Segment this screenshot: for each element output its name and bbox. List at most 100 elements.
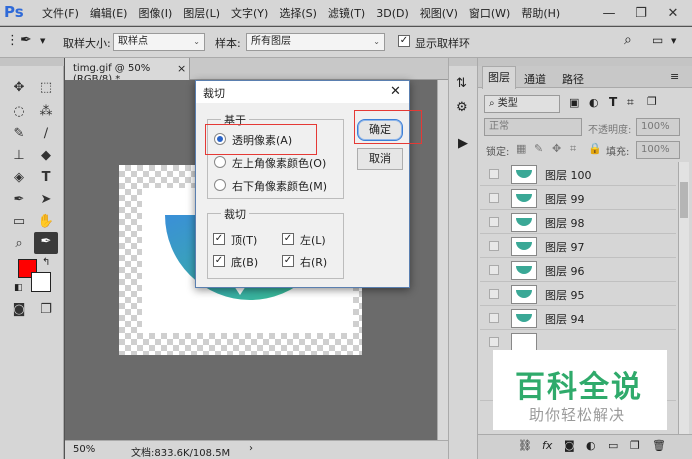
tab-layers[interactable]: 图层 [482, 66, 516, 89]
menu-file[interactable]: 文件(F) [42, 5, 79, 21]
eyedropper-tool-icon[interactable]: ✒ [20, 32, 32, 48]
chevron-down-icon[interactable]: ▼ [671, 37, 676, 45]
layer-row[interactable]: 图层 98 [480, 211, 676, 234]
show-ring-checkbox[interactable]: ✓ [398, 35, 410, 47]
close-tab-icon[interactable]: × [177, 62, 186, 75]
new-group-icon[interactable]: ▭ [608, 439, 618, 452]
swap-colors-icon[interactable]: ↰ [42, 257, 50, 268]
layer-row[interactable]: 图层 99 [480, 187, 676, 210]
fill-input[interactable]: 100% [636, 141, 680, 159]
path-select-icon[interactable]: ➤ [36, 190, 56, 210]
menu-type[interactable]: 文字(Y) [231, 5, 268, 21]
checkbox-bottom-label[interactable]: 底(B) [231, 254, 258, 270]
play-icon[interactable]: ▶ [458, 136, 468, 151]
menu-layer[interactable]: 图层(L) [183, 5, 220, 21]
rectangle-tool-icon[interactable]: ▭ [9, 212, 29, 232]
layer-filter-select[interactable]: ⌕ 类型 [484, 95, 560, 113]
tab-channels[interactable]: 通道 [524, 71, 546, 87]
lasso-tool-icon[interactable]: ◌ [9, 102, 29, 122]
visibility-toggle[interactable] [489, 169, 499, 179]
visibility-toggle[interactable] [489, 193, 499, 203]
close-window-button[interactable]: ✕ [658, 0, 688, 26]
screen-mode-icon[interactable]: ❐ [36, 300, 56, 320]
search-icon[interactable]: ⌕ [624, 32, 632, 48]
sample-select[interactable]: 所有图层 ⌄ [246, 33, 385, 51]
layer-row[interactable]: 图层 95 [480, 283, 676, 306]
zoom-tool-icon[interactable]: ⌕ [9, 234, 29, 254]
chevron-right-icon[interactable]: › [249, 443, 253, 454]
move-tool-icon[interactable]: ✥ [9, 78, 29, 98]
smart-object-filter-icon[interactable]: ❐ [647, 95, 657, 108]
eyedropper-tool-icon[interactable]: ✒ [34, 232, 58, 254]
cancel-button[interactable]: 取消 [357, 148, 403, 170]
mask-icon[interactable]: ◙ [564, 439, 575, 452]
menu-select[interactable]: 选择(S) [279, 5, 317, 21]
link-layers-icon[interactable]: ⛓ [518, 439, 532, 452]
visibility-toggle[interactable] [489, 289, 499, 299]
type-filter-icon[interactable]: T [609, 95, 617, 109]
menu-3d[interactable]: 3D(D) [376, 7, 409, 20]
vertical-scrollbar[interactable] [437, 80, 448, 440]
properties-icon[interactable]: ⚙ [456, 100, 468, 115]
document-tab[interactable]: timg.gif @ 50%(RGB/8) * [65, 58, 190, 85]
shape-filter-icon[interactable]: ⌗ [627, 95, 634, 110]
menu-view[interactable]: 视图(V) [420, 5, 458, 21]
sample-size-select[interactable]: 取样点 ⌄ [113, 33, 205, 51]
option-bottom-right-color[interactable]: 右下角像素颜色(M) [232, 178, 327, 194]
visibility-toggle[interactable] [489, 241, 499, 251]
close-icon[interactable]: ✕ [390, 84, 401, 99]
radio-bottom-right-color[interactable] [214, 179, 226, 191]
brush-tool-icon[interactable]: ∕ [36, 124, 56, 144]
type-tool-icon[interactable]: T [36, 168, 56, 188]
default-colors-icon[interactable]: ◧ [14, 283, 23, 293]
chevron-down-icon[interactable]: ▼ [40, 37, 45, 45]
layer-row[interactable]: 图层 96 [480, 259, 676, 282]
lock-position-icon[interactable]: ✥ [552, 142, 561, 155]
layer-row[interactable]: 图层 97 [480, 235, 676, 258]
history-icon[interactable]: ⇅ [456, 76, 467, 91]
zoom-level[interactable]: 50% [73, 444, 95, 455]
workspace-icon[interactable]: ▭ [652, 33, 663, 47]
lock-all-icon[interactable]: 🔒 [588, 142, 602, 155]
quick-mask-icon[interactable]: ◙ [9, 300, 29, 320]
checkbox-bottom[interactable]: ✓ [213, 255, 225, 267]
layer-row[interactable]: 图层 100 [480, 163, 676, 186]
magic-wand-icon[interactable]: ⁂ [36, 102, 56, 122]
menu-edit[interactable]: 编辑(E) [90, 5, 128, 21]
hand-tool-icon[interactable]: ✋ [36, 212, 56, 232]
pen-tool-icon[interactable]: ✒ [9, 190, 29, 210]
menu-image[interactable]: 图像(I) [138, 5, 172, 21]
stamp-tool-icon[interactable]: ⊥ [9, 146, 29, 166]
eraser-tool-icon[interactable]: ◆ [36, 146, 56, 166]
marquee-tool-icon[interactable]: ⬚ [36, 78, 56, 98]
menu-filter[interactable]: 滤镜(T) [328, 5, 365, 21]
layers-scrollbar[interactable] [678, 162, 689, 434]
paint-bucket-icon[interactable]: ◈ [9, 168, 29, 188]
fx-icon[interactable]: fx [542, 439, 552, 452]
visibility-toggle[interactable] [489, 313, 499, 323]
checkbox-right-label[interactable]: 右(R) [300, 254, 327, 270]
checkbox-top[interactable]: ✓ [213, 233, 225, 245]
opacity-input[interactable]: 100% [636, 118, 680, 136]
minimize-button[interactable]: — [594, 0, 624, 26]
checkbox-left-label[interactable]: 左(L) [300, 232, 326, 248]
trash-icon[interactable]: 🗑 [652, 439, 666, 452]
tab-paths[interactable]: 路径 [562, 71, 584, 87]
checkbox-top-label[interactable]: 顶(T) [231, 232, 257, 248]
menu-help[interactable]: 帮助(H) [521, 5, 560, 21]
lock-pixels-icon[interactable]: ✎ [534, 142, 543, 155]
layer-row[interactable]: 图层 94 [480, 307, 676, 330]
menu-window[interactable]: 窗口(W) [469, 5, 510, 21]
blend-mode-select[interactable]: 正常 [484, 118, 582, 136]
checkbox-right[interactable]: ✓ [282, 255, 294, 267]
visibility-toggle[interactable] [489, 265, 499, 275]
radio-top-left-color[interactable] [214, 156, 226, 168]
option-top-left-color[interactable]: 左上角像素颜色(O) [232, 155, 326, 171]
spot-healing-icon[interactable]: ✎ [9, 124, 29, 144]
new-layer-icon[interactable]: ❐ [630, 439, 640, 452]
lock-transparency-icon[interactable]: ▦ [516, 142, 526, 155]
restore-button[interactable]: ❐ [626, 0, 656, 26]
background-color-swatch[interactable] [31, 272, 51, 292]
panel-menu-icon[interactable]: ≡ [670, 70, 679, 83]
scrollbar-thumb[interactable] [680, 182, 688, 218]
